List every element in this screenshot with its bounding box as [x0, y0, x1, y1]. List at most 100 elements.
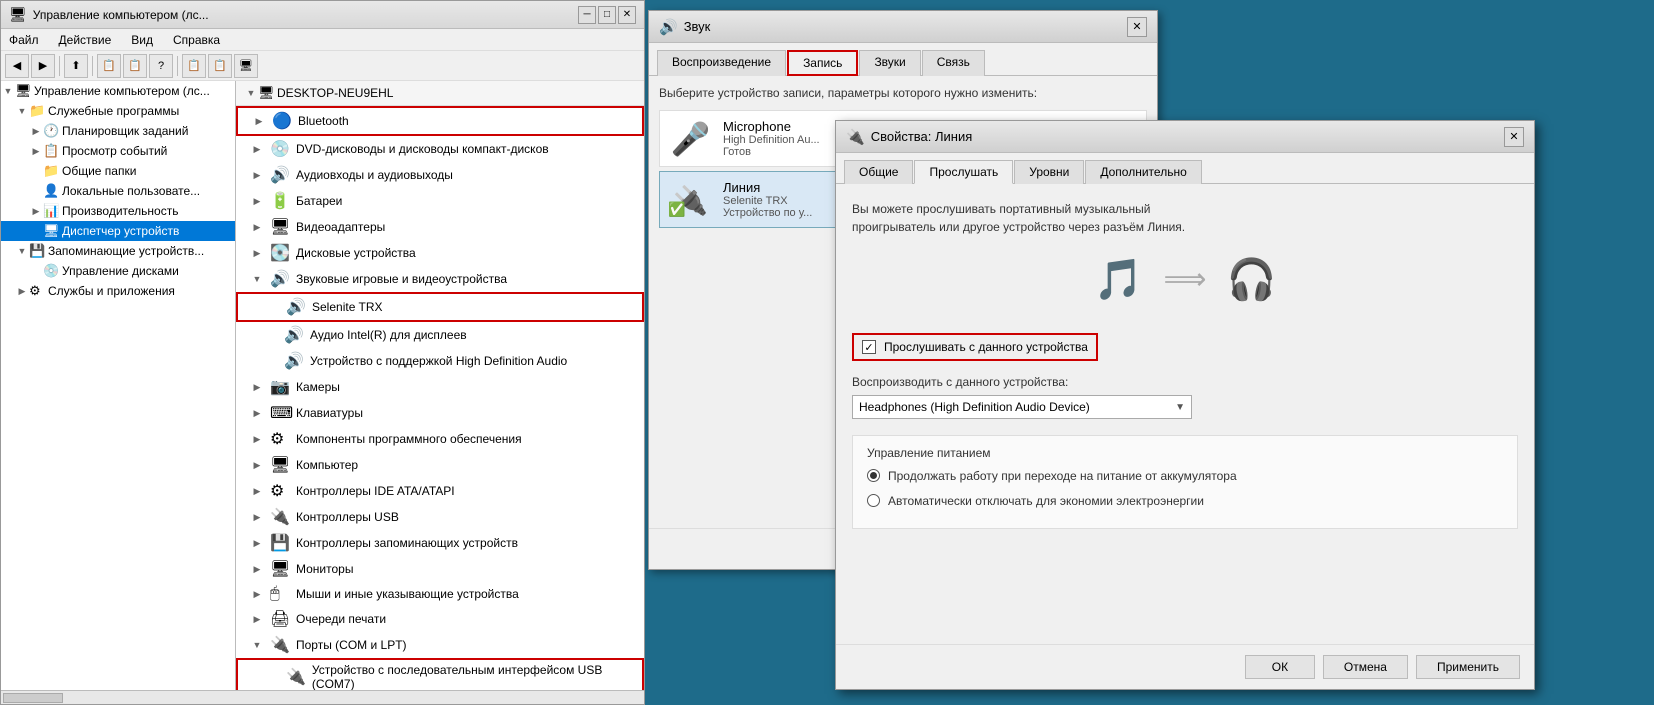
aio-toggle[interactable]: ▶ [250, 168, 264, 182]
snd-toggle[interactable]: ▼ [250, 272, 264, 286]
tab-record[interactable]: Запись [787, 50, 858, 76]
usb-toggle[interactable]: ▶ [250, 510, 264, 524]
tab-playback[interactable]: Воспроизведение [657, 50, 786, 76]
device-sound[interactable]: ▼ 🔊 Звуковые игровые и видеоустройства [236, 266, 644, 292]
scrollbar-thumb[interactable] [3, 693, 63, 703]
props-tab-levels[interactable]: Уровни [1014, 160, 1084, 184]
storage-toggle[interactable]: ▼ [15, 244, 29, 258]
tree-item-folders[interactable]: 📁 Общие папки [1, 161, 235, 181]
close-btn[interactable]: ✕ [618, 6, 636, 24]
properties-btn[interactable]: 📋 [123, 54, 147, 78]
device-software-comp[interactable]: ▶ ⚙ Компоненты программного обеспечения [236, 426, 644, 452]
svcapps-toggle[interactable]: ▶ [15, 284, 29, 298]
bat-toggle[interactable]: ▶ [250, 194, 264, 208]
device-dvd[interactable]: ▶ 💿 DVD-дисководы и дисководы компакт-ди… [236, 136, 644, 162]
pq-toggle[interactable]: ▶ [250, 612, 264, 626]
tree-item-diskmgmt[interactable]: 💿 Управление дисками [1, 261, 235, 281]
device-monitors[interactable]: ▶ 🖥 Мониторы [236, 556, 644, 582]
mice-toggle[interactable]: ▶ [250, 587, 264, 601]
disk-toggle[interactable]: ▶ [250, 246, 264, 260]
mon-toggle[interactable]: ▶ [250, 562, 264, 576]
cancel-btn[interactable]: Отмена [1323, 655, 1408, 679]
menu-help[interactable]: Справка [169, 31, 224, 49]
ports-toggle[interactable]: ▼ [250, 638, 264, 652]
device-ports[interactable]: ▼ 🔌 Порты (COM и LPT) [236, 632, 644, 658]
device-usb-ctrl[interactable]: ▶ 🔌 Контроллеры USB [236, 504, 644, 530]
menu-file[interactable]: Файл [5, 31, 43, 49]
com7-toggle[interactable] [266, 670, 280, 684]
props-tab-listen[interactable]: Прослушать [914, 160, 1013, 184]
tree-item-users[interactable]: 👤 Локальные пользовате... [1, 181, 235, 201]
minimize-btn[interactable]: ─ [578, 6, 596, 24]
bt-toggle[interactable]: ▶ [252, 114, 266, 128]
device-audio-io[interactable]: ▶ 🔊 Аудиовходы и аудиовыходы [236, 162, 644, 188]
maximize-btn[interactable]: □ [598, 6, 616, 24]
device-print-queues[interactable]: ▶ 🖨 Очереди печати [236, 606, 644, 632]
computer-toggle[interactable]: ▼ [244, 86, 258, 100]
forward-btn[interactable]: ▶ [31, 54, 55, 78]
menu-view[interactable]: Вид [127, 31, 157, 49]
apply-btn[interactable]: Применить [1416, 655, 1520, 679]
device-hda[interactable]: 🔊 Устройство с поддержкой High Definitio… [236, 348, 644, 374]
vid-toggle[interactable]: ▶ [250, 220, 264, 234]
devmgr-toggle[interactable] [29, 224, 43, 238]
device-bluetooth[interactable]: ▶ 🔵 Bluetooth [236, 106, 644, 136]
scheduler-toggle[interactable]: ▶ [29, 124, 43, 138]
device-keyboards[interactable]: ▶ ⌨ Клавиатуры [236, 400, 644, 426]
props-close-btn[interactable]: ✕ [1504, 127, 1524, 147]
kb-toggle[interactable]: ▶ [250, 406, 264, 420]
device-selenite[interactable]: 🔊 Selenite TRX [236, 292, 644, 322]
hda-toggle[interactable] [264, 354, 278, 368]
dvd-toggle[interactable]: ▶ [250, 142, 264, 156]
sel-toggle[interactable] [266, 300, 280, 314]
sound-close-btn[interactable]: ✕ [1127, 17, 1147, 37]
sc-toggle[interactable]: ▶ [250, 432, 264, 446]
tree-root[interactable]: ▼ 🖥 Управление компьютером (лс... [1, 81, 235, 101]
events-toggle[interactable]: ▶ [29, 144, 43, 158]
device-com7[interactable]: 🔌 Устройство с последовательным интерфей… [236, 658, 644, 690]
listen-checkbox[interactable]: ✓ [862, 340, 876, 354]
perf-toggle[interactable]: ▶ [29, 204, 43, 218]
tree-root-toggle[interactable]: ▼ [1, 84, 15, 98]
menu-action[interactable]: Действие [55, 31, 116, 49]
show-hide-btn[interactable]: 📋 [97, 54, 121, 78]
device-cameras[interactable]: ▶ 📷 Камеры [236, 374, 644, 400]
device-battery[interactable]: ▶ 🔋 Батареи [236, 188, 644, 214]
props-tab-general[interactable]: Общие [844, 160, 913, 184]
device-ide[interactable]: ▶ ⚙ Контроллеры IDE ATA/ATAPI [236, 478, 644, 504]
cam-toggle[interactable]: ▶ [250, 380, 264, 394]
playback-dropdown[interactable]: Headphones (High Definition Audio Device… [852, 395, 1192, 419]
tree-item-scheduler[interactable]: ▶ 🕐 Планировщик заданий [1, 121, 235, 141]
comp-toggle[interactable]: ▶ [250, 458, 264, 472]
device-computer[interactable]: ▶ 🖥 Компьютер [236, 452, 644, 478]
users-toggle[interactable] [29, 184, 43, 198]
radio-continue-btn[interactable] [867, 469, 880, 482]
tree-item-storage[interactable]: ▼ 💾 Запоминающие устройств... [1, 241, 235, 261]
tree-item-events[interactable]: ▶ 📋 Просмотр событий [1, 141, 235, 161]
services-toggle[interactable]: ▼ [15, 104, 29, 118]
folders-toggle[interactable] [29, 164, 43, 178]
back-btn[interactable]: ◀ [5, 54, 29, 78]
tab-comms[interactable]: Связь [922, 50, 985, 76]
ia-toggle[interactable] [264, 328, 278, 342]
tree-item-services[interactable]: ▼ 📁 Служебные программы [1, 101, 235, 121]
toolbar-btn7[interactable]: 🖥 [234, 54, 258, 78]
device-video[interactable]: ▶ 🖥 Видеоадаптеры [236, 214, 644, 240]
ide-toggle[interactable]: ▶ [250, 484, 264, 498]
props-tab-advanced[interactable]: Дополнительно [1085, 160, 1201, 184]
tree-item-svcapps[interactable]: ▶ ⚙ Службы и приложения [1, 281, 235, 301]
tree-item-perf[interactable]: ▶ 📊 Производительность [1, 201, 235, 221]
device-intel-audio[interactable]: 🔊 Аудио Intel(R) для дисплеев [236, 322, 644, 348]
stc-toggle[interactable]: ▶ [250, 536, 264, 550]
tab-sounds[interactable]: Звуки [859, 50, 920, 76]
h-scrollbar[interactable] [1, 690, 644, 704]
help-btn[interactable]: ? [149, 54, 173, 78]
listen-checkbox-label[interactable]: ✓ Прослушивать с данного устройства [852, 333, 1098, 361]
radio-auto-off[interactable]: Автоматически отключать для экономии эле… [867, 493, 1503, 510]
tree-item-devmgr[interactable]: 🖥 Диспетчер устройств [1, 221, 235, 241]
radio-auto-off-btn[interactable] [867, 494, 880, 507]
toolbar-btn6[interactable]: 📋 [208, 54, 232, 78]
diskmgmt-toggle[interactable] [29, 264, 43, 278]
device-disk[interactable]: ▶ 💽 Дисковые устройства [236, 240, 644, 266]
device-storage-ctrl[interactable]: ▶ 💾 Контроллеры запоминающих устройств [236, 530, 644, 556]
